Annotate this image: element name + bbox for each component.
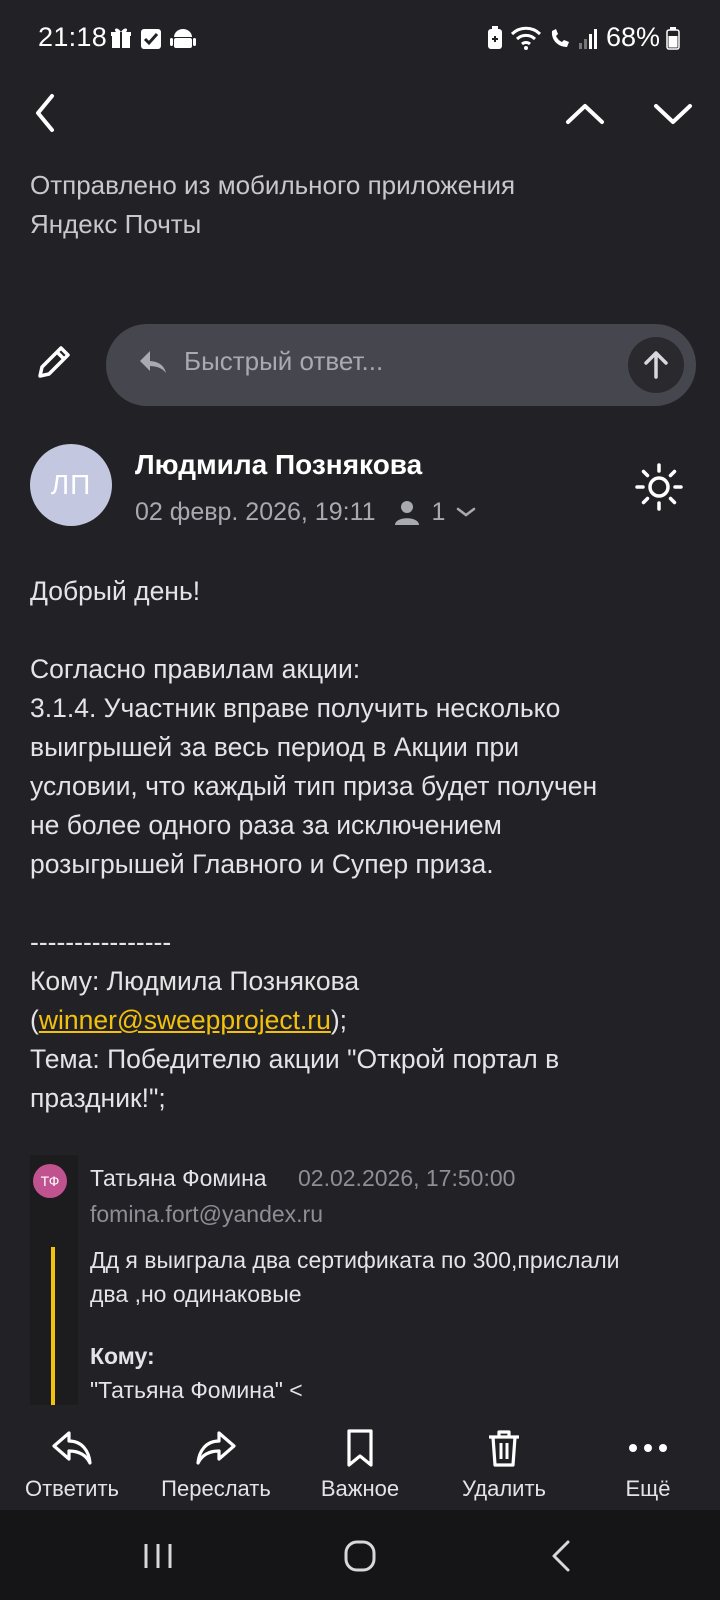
greeting: Добрый день! xyxy=(30,576,201,606)
more-icon xyxy=(629,1444,667,1452)
message-toolbar xyxy=(0,78,720,148)
back-button[interactable] xyxy=(28,88,68,138)
message-body: Добрый день! Согласно правилам акции: 3.… xyxy=(30,572,680,1118)
person-icon xyxy=(394,501,419,525)
arrow-up-icon xyxy=(644,351,668,379)
reply-arrow-icon xyxy=(140,351,166,373)
forward-button[interactable]: Переслать xyxy=(144,1406,288,1510)
signal-icon xyxy=(578,28,597,49)
system-back-button[interactable] xyxy=(542,1536,582,1576)
system-navigation-bar xyxy=(0,1510,720,1600)
quick-reply-field[interactable]: Быстрый ответ... xyxy=(106,324,696,406)
quoted-message: ТФ Татьяна Фомина 02.02.2026, 17:50:00 f… xyxy=(30,1155,700,1405)
quote-sender-name: Татьяна Фомина xyxy=(90,1165,267,1191)
wifi-call-icon xyxy=(551,28,569,47)
quote-to-value: "Татьяна Фомина" < xyxy=(90,1377,303,1403)
chevron-down-icon xyxy=(457,507,476,517)
send-button[interactable] xyxy=(628,337,684,393)
sender-avatar[interactable]: ЛП xyxy=(30,444,112,526)
gift-icon xyxy=(111,28,131,48)
bookmark-icon xyxy=(347,1429,373,1467)
quote-date: 02.02.2026, 17:50:00 xyxy=(298,1165,516,1191)
important-button[interactable]: Важное xyxy=(288,1406,432,1510)
trash-icon xyxy=(489,1430,519,1467)
quote-bar xyxy=(51,1247,55,1405)
status-time: 21:18 xyxy=(38,22,108,52)
android-icon xyxy=(170,29,196,48)
sun-icon[interactable] xyxy=(634,462,684,512)
status-bar: 21:18 68% xyxy=(0,0,720,78)
sender-name[interactable]: Людмила Познякова xyxy=(135,449,422,481)
battery-level: 68% xyxy=(605,22,660,52)
previous-message-button[interactable] xyxy=(560,88,610,138)
message-date: 02 февр. 2026, 19:11 xyxy=(135,497,376,526)
more-button[interactable]: Ещё xyxy=(576,1406,720,1510)
forward-icon xyxy=(196,1431,236,1465)
battery-saver-icon xyxy=(487,25,502,49)
reply-button[interactable]: Ответить xyxy=(0,1406,144,1510)
next-message-button[interactable] xyxy=(648,88,698,138)
quote-text: Дд я выиграла два сертификата по 300,при… xyxy=(90,1247,620,1307)
quote-sender-email[interactable]: fomina.fort@yandex.ru xyxy=(90,1201,323,1228)
battery-icon xyxy=(666,26,680,50)
recipient-email-link[interactable]: winner@sweepproject.ru xyxy=(39,1005,331,1035)
recipients-count: 1 xyxy=(431,497,446,526)
quick-reply-placeholder: Быстрый ответ... xyxy=(184,346,384,376)
quote-avatar: ТФ xyxy=(33,1164,67,1198)
action-bar: Ответить Переслать Важное Удалить Ещё xyxy=(0,1406,720,1510)
reply-icon xyxy=(52,1431,92,1465)
quote-to-label: Кому: xyxy=(90,1343,155,1369)
separator: ---------------- xyxy=(30,927,172,957)
checkbox-icon xyxy=(141,29,161,49)
home-button[interactable] xyxy=(340,1536,380,1576)
recent-apps-button[interactable] xyxy=(138,1536,178,1576)
delete-button[interactable]: Удалить xyxy=(432,1406,576,1510)
wifi-icon xyxy=(510,26,542,50)
edit-reply-button[interactable] xyxy=(32,340,76,384)
message-meta[interactable]: 02 февр. 2026, 19:11 1 xyxy=(135,494,477,530)
previous-message-signature: Отправлено из мобильного приложения Янде… xyxy=(30,170,516,239)
